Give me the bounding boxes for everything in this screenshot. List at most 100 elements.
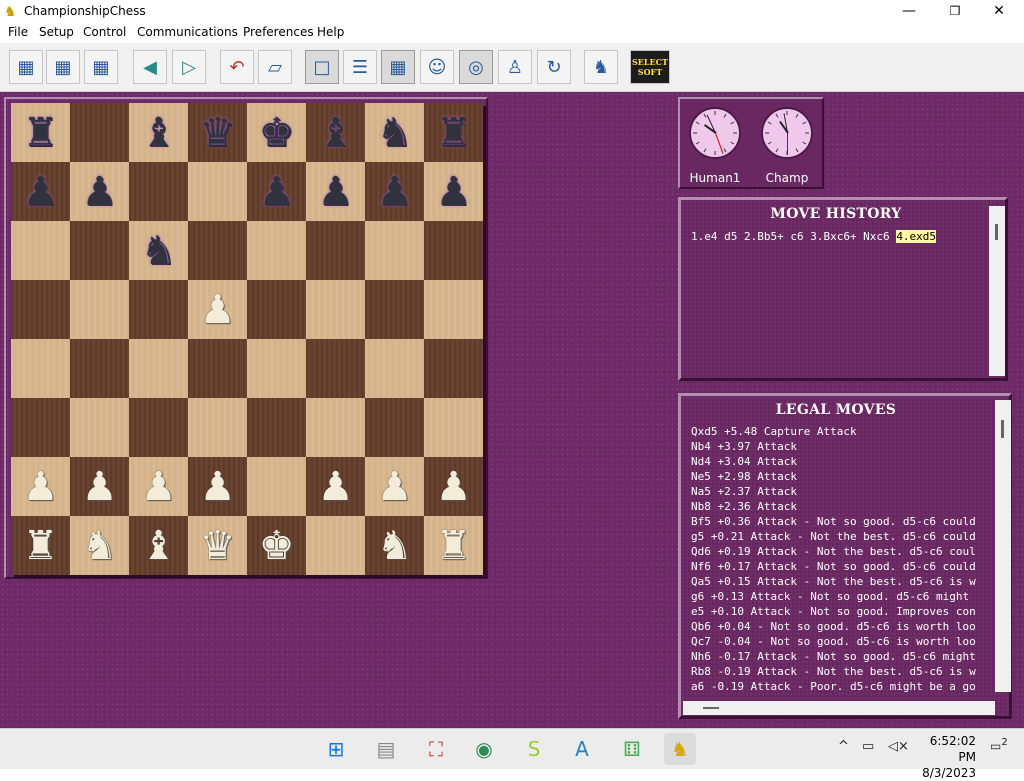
square-c8[interactable]: ♝ [129,103,188,162]
volume-mute-icon[interactable]: ◁× [888,739,909,754]
dice-game-icon[interactable]: ⚅ [616,733,648,765]
minimize-button[interactable]: — [886,0,932,22]
black-bishop-icon[interactable]: ♝ [318,113,354,153]
menu-preferences[interactable]: Preferences [243,25,314,39]
square-a1[interactable]: ♜ [11,516,70,575]
menu-file[interactable]: File [8,25,28,39]
legal-move-item[interactable]: a6 -0.19 Attack - Poor. d5-c6 might be a… [691,679,991,692]
square-b3[interactable] [70,398,129,457]
move-history-scrollbar[interactable] [989,206,1005,376]
hint-button[interactable]: ↻ [537,50,571,84]
legal-move-item[interactable]: Qb6 +0.04 - Not so good. d5-c6 is worth … [691,619,991,634]
legal-move-item[interactable]: Nb8 +2.36 Attack [691,499,991,514]
square-b2[interactable]: ♟ [70,457,129,516]
square-d3[interactable] [188,398,247,457]
black-pawn-icon[interactable]: ♟ [436,172,472,212]
menu-help[interactable]: Help [317,25,344,39]
square-d4[interactable] [188,339,247,398]
white-rook-icon[interactable]: ♜ [23,526,59,566]
black-pawn-icon[interactable]: ♟ [318,172,354,212]
white-pawn-icon[interactable]: ♟ [141,467,177,507]
square-c5[interactable] [129,280,188,339]
clocks-button[interactable]: ◎ [459,50,493,84]
legal-moves-hscrollbar[interactable] [683,701,995,715]
square-g3[interactable] [365,398,424,457]
square-b8[interactable] [70,103,129,162]
square-h4[interactable] [424,339,483,398]
square-e7[interactable]: ♟ [247,162,306,221]
back-arrow-button[interactable]: ◀ [133,50,167,84]
menu-control[interactable]: Control [83,25,126,39]
square-e5[interactable] [247,280,306,339]
black-knight-icon[interactable]: ♞ [141,231,177,271]
white-pawn-icon[interactable]: ♟ [318,467,354,507]
legal-move-item[interactable]: Bf5 +0.36 Attack - Not so good. d5-c6 co… [691,514,991,529]
square-b5[interactable] [70,280,129,339]
square-d1[interactable]: ♛ [188,516,247,575]
legal-move-item[interactable]: g6 +0.13 Attack - Not so good. d5-c6 mig… [691,589,991,604]
menu-setup[interactable]: Setup [39,25,74,39]
black-rook-icon[interactable]: ♜ [436,113,472,153]
square-h3[interactable] [424,398,483,457]
legal-move-item[interactable]: Nf6 +0.17 Attack - Not so good. d5-c6 co… [691,559,991,574]
black-rook-icon[interactable]: ♜ [23,113,59,153]
square-c2[interactable]: ♟ [129,457,188,516]
white-pawn-icon[interactable]: ♟ [436,467,472,507]
square-f1[interactable] [306,516,365,575]
square-a5[interactable] [11,280,70,339]
square-a6[interactable] [11,221,70,280]
new-board-button[interactable]: ▦ [9,50,43,84]
square-e2[interactable] [247,457,306,516]
square-e4[interactable] [247,339,306,398]
square-a2[interactable]: ♟ [11,457,70,516]
square-h5[interactable] [424,280,483,339]
legal-moves-list[interactable]: Qxd5 +5.48 Capture Attack Nb4 +3.97 Attac… [691,424,991,692]
square-g4[interactable] [365,339,424,398]
blank-button[interactable]: □ [305,50,339,84]
legal-move-item[interactable]: Nd4 +3.04 Attack [691,454,991,469]
white-pawn-icon[interactable]: ♟ [377,467,413,507]
windows-start-icon[interactable]: ⊞ [320,733,352,765]
square-h7[interactable]: ♟ [424,162,483,221]
white-pawn-icon[interactable]: ♟ [23,467,59,507]
square-d7[interactable] [188,162,247,221]
menu-communications[interactable]: Communications [137,25,238,39]
square-f2[interactable]: ♟ [306,457,365,516]
head-think-button[interactable]: ☺ [420,50,454,84]
square-g6[interactable] [365,221,424,280]
white-rook-icon[interactable]: ♜ [436,526,472,566]
square-d5[interactable]: ♟ [188,280,247,339]
square-b4[interactable] [70,339,129,398]
store-icon[interactable]: ⛶ [420,733,452,765]
square-c3[interactable] [129,398,188,457]
square-f6[interactable] [306,221,365,280]
forward-arrow-button[interactable]: ▷ [172,50,206,84]
flat-board-button[interactable]: ▱ [258,50,292,84]
square-d6[interactable] [188,221,247,280]
white-pawn-icon[interactable]: ♟ [82,467,118,507]
tray-chevron-icon[interactable]: ^ [838,739,849,754]
black-pawn-icon[interactable]: ♟ [377,172,413,212]
square-f7[interactable]: ♟ [306,162,365,221]
white-queen-icon[interactable]: ♛ [200,526,236,566]
black-pawn-icon[interactable]: ♟ [82,172,118,212]
square-h2[interactable]: ♟ [424,457,483,516]
legal-moves-hscroll-thumb[interactable] [703,707,719,709]
square-g7[interactable]: ♟ [365,162,424,221]
square-e3[interactable] [247,398,306,457]
square-e6[interactable] [247,221,306,280]
square-g8[interactable]: ♞ [365,103,424,162]
championship-chess-icon[interactable]: ♞ [664,733,696,765]
square-d2[interactable]: ♟ [188,457,247,516]
square-d8[interactable]: ♛ [188,103,247,162]
square-f8[interactable]: ♝ [306,103,365,162]
square-e8[interactable]: ♚ [247,103,306,162]
legal-move-item[interactable]: g5 +0.21 Attack - Not the best. d5-c6 co… [691,529,991,544]
legal-move-item[interactable]: Nh6 -0.17 Attack - Not so good. d5-c6 mi… [691,649,991,664]
chrome-icon[interactable]: ◉ [468,733,500,765]
legal-move-item[interactable]: Qd6 +0.19 Attack - Not the best. d5-c6 c… [691,544,991,559]
system-clock[interactable]: 6:52:02 PM 8/3/2023 [912,733,976,781]
legal-move-item[interactable]: Rb8 -0.19 Attack - Not the best. d5-c6 i… [691,664,991,679]
legal-move-item[interactable]: Qa5 +0.15 Attack - Not the best. d5-c6 i… [691,574,991,589]
load-game-button[interactable]: ▦ [46,50,80,84]
